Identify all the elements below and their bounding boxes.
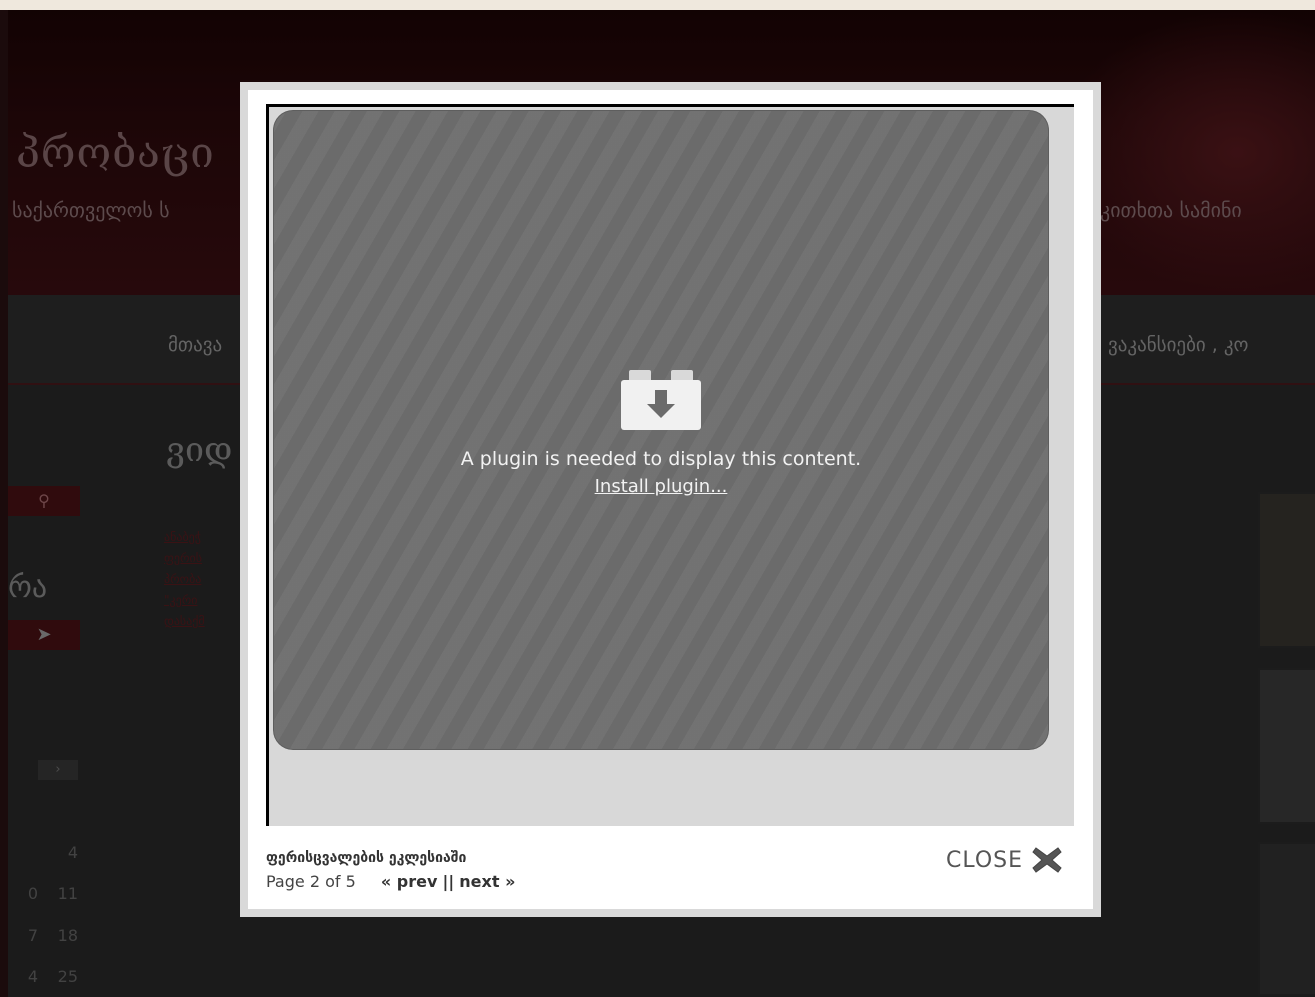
install-plugin-link[interactable]: Install plugin... <box>595 476 728 497</box>
plugin-placeholder[interactable]: A plugin is needed to display this conte… <box>273 110 1049 750</box>
lightbox-dialog: A plugin is needed to display this conte… <box>240 82 1101 917</box>
plugin-download-icon <box>621 370 701 430</box>
browser-top-strip <box>0 0 1315 10</box>
next-link[interactable]: next » <box>459 872 515 891</box>
plugin-message: A plugin is needed to display this conte… <box>460 448 862 470</box>
caption-title: ფერისცვალების ეკლესიაში <box>266 850 467 866</box>
close-label: CLOSE <box>946 847 1024 873</box>
prev-link[interactable]: « prev <box>381 872 438 891</box>
pagination: Page 2 of 5 « prev || next » <box>266 872 515 891</box>
pagination-separator: || <box>442 872 455 891</box>
page-indicator: Page 2 of 5 <box>266 872 356 891</box>
close-button[interactable]: CLOSE <box>946 844 1063 876</box>
close-x-icon <box>1032 847 1062 873</box>
install-plugin-row: Install plugin... <box>273 476 1049 497</box>
media-frame: A plugin is needed to display this conte… <box>266 104 1074 826</box>
